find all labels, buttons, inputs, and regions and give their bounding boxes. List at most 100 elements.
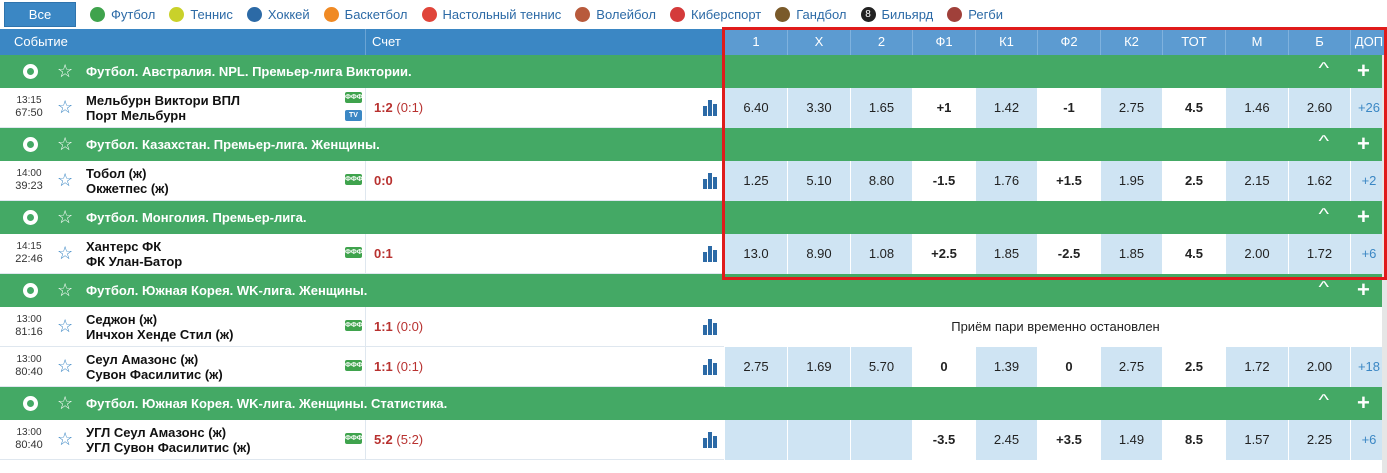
favorite-star-icon[interactable]: ☆	[57, 429, 73, 449]
expand-plus-icon[interactable]: +	[1357, 130, 1370, 158]
tv-broadcast-icon[interactable]: TV	[345, 110, 362, 121]
odds-cell-X[interactable]: 1.69	[787, 347, 850, 387]
statistics-bars-icon[interactable]	[703, 171, 719, 189]
match-teams[interactable]: Мельбурн Виктори ВПЛ Порт Мельбурн	[86, 93, 240, 123]
odds-cell-Ф2[interactable]: +1.5	[1037, 161, 1100, 201]
favorite-star-icon[interactable]: ☆	[57, 280, 73, 300]
match-teams[interactable]: Хантерс ФК ФК Улан-Батор	[86, 239, 182, 269]
odds-cell-К1[interactable]: 1.85	[975, 234, 1037, 274]
statistics-bars-icon[interactable]	[703, 357, 719, 375]
team-away[interactable]: Окжетпес (ж)	[86, 181, 169, 196]
expand-plus-icon[interactable]: +	[1357, 203, 1370, 231]
odds-cell-Ф1[interactable]: +1	[912, 88, 975, 128]
odds-cell-2[interactable]: 1.65	[850, 88, 912, 128]
sport-tab-1[interactable]: Теннис	[169, 7, 233, 22]
team-home[interactable]: УГЛ Сеул Амазонс (ж)	[86, 425, 251, 440]
live-video-badge-icon[interactable]: ФФФ	[345, 433, 363, 444]
odds-cell-ТОТ[interactable]: 4.5	[1162, 234, 1225, 274]
match-teams[interactable]: УГЛ Сеул Амазонс (ж) УГЛ Сувон Фасилитис …	[86, 425, 251, 455]
odds-cell-Ф1[interactable]: -3.5	[912, 420, 975, 460]
league-row[interactable]: ☆ Футбол. Австралия. NPL. Премьер-лига Ви…	[0, 55, 1387, 88]
league-name[interactable]: Футбол. Монголия. Премьер-лига.	[86, 201, 306, 234]
match-row[interactable]: 14:00 39:23 ☆ Тобол (ж) Окжетпес (ж) ФФФ 0:0 1.…	[0, 161, 1387, 201]
match-row[interactable]: 13:00 80:40 ☆ Сеул Амазонс (ж) Сувон Фасилит…	[0, 347, 1387, 387]
odds-cell-К2[interactable]: 1.85	[1100, 234, 1162, 274]
odds-cell-ТОТ[interactable]: 2.5	[1162, 161, 1225, 201]
collapse-chevron-icon[interactable]: ^	[1318, 279, 1329, 297]
odds-cell-К2[interactable]: 1.49	[1100, 420, 1162, 460]
header-col-2[interactable]: 2	[850, 29, 912, 55]
match-row[interactable]: 13:00 80:40 ☆ УГЛ Сеул Амазонс (ж) УГЛ Сувон…	[0, 420, 1387, 460]
expand-plus-icon[interactable]: +	[1357, 276, 1370, 304]
odds-cell-Б[interactable]: 2.60	[1288, 88, 1350, 128]
live-video-badge-icon[interactable]: ФФФ	[345, 92, 363, 103]
header-col-6[interactable]: К2	[1100, 29, 1162, 55]
team-away[interactable]: Инчхон Хенде Стил (ж)	[86, 327, 233, 342]
odds-cell-Ф2[interactable]: -2.5	[1037, 234, 1100, 274]
odds-cell-К1[interactable]: 1.39	[975, 347, 1037, 387]
match-row[interactable]: 14:15 22:46 ☆ Хантерс ФК ФК Улан-Батор ФФФ 0:1…	[0, 234, 1387, 274]
odds-cell-М[interactable]: 2.00	[1225, 234, 1288, 274]
header-col-0[interactable]: 1	[724, 29, 787, 55]
team-home[interactable]: Седжон (ж)	[86, 312, 233, 327]
odds-cell-Б[interactable]: 1.72	[1288, 234, 1350, 274]
header-col-1[interactable]: X	[787, 29, 850, 55]
league-name[interactable]: Футбол. Южная Корея. WK-лига. Женщины.	[86, 274, 367, 307]
odds-cell-К1[interactable]: 1.76	[975, 161, 1037, 201]
sport-tab-7[interactable]: Гандбол	[775, 7, 847, 22]
favorite-star-icon[interactable]: ☆	[57, 97, 73, 117]
collapse-chevron-icon[interactable]: ^	[1318, 392, 1329, 410]
match-teams[interactable]: Сеул Амазонс (ж) Сувон Фасилитис (ж)	[86, 352, 223, 382]
collapse-chevron-icon[interactable]: ^	[1318, 206, 1329, 224]
odds-cell-1[interactable]: 1.25	[724, 161, 787, 201]
odds-cell-Ф1[interactable]: -1.5	[912, 161, 975, 201]
favorite-star-icon[interactable]: ☆	[57, 356, 73, 376]
team-away[interactable]: Сувон Фасилитис (ж)	[86, 367, 223, 382]
statistics-bars-icon[interactable]	[703, 98, 719, 116]
header-col-10[interactable]: ДОП	[1350, 29, 1387, 55]
team-away[interactable]: Порт Мельбурн	[86, 108, 240, 123]
odds-cell-ТОТ[interactable]: 2.5	[1162, 347, 1225, 387]
live-video-badge-icon[interactable]: ФФФ	[345, 320, 363, 331]
odds-cell-М[interactable]: 1.57	[1225, 420, 1288, 460]
match-teams[interactable]: Тобол (ж) Окжетпес (ж)	[86, 166, 169, 196]
odds-cell-Б[interactable]: 1.62	[1288, 161, 1350, 201]
odds-cell-Ф1[interactable]: 0	[912, 347, 975, 387]
odds-cell-1[interactable]	[724, 420, 787, 460]
scrollbar-track[interactable]	[1382, 55, 1387, 473]
sport-tab-4[interactable]: Настольный теннис	[421, 7, 561, 22]
odds-cell-Ф2[interactable]: +3.5	[1037, 420, 1100, 460]
odds-cell-К2[interactable]: 2.75	[1100, 88, 1162, 128]
favorite-star-icon[interactable]: ☆	[57, 393, 73, 413]
odds-cell-К2[interactable]: 1.95	[1100, 161, 1162, 201]
team-home[interactable]: Мельбурн Виктори ВПЛ	[86, 93, 240, 108]
tab-all-sports[interactable]: Все	[4, 2, 76, 27]
odds-cell-К1[interactable]: 1.42	[975, 88, 1037, 128]
sport-tab-3[interactable]: Баскетбол	[323, 7, 408, 22]
league-name[interactable]: Футбол. Южная Корея. WK-лига. Женщины. С…	[86, 387, 447, 420]
sport-tab-5[interactable]: Волейбол	[575, 7, 656, 22]
odds-cell-М[interactable]: 1.46	[1225, 88, 1288, 128]
sport-tab-2[interactable]: Хоккей	[246, 7, 310, 22]
league-row[interactable]: ☆ Футбол. Южная Корея. WK-лига. Женщины. …	[0, 387, 1387, 420]
odds-cell-1[interactable]: 2.75	[724, 347, 787, 387]
live-video-badge-icon[interactable]: ФФФ	[345, 360, 363, 371]
match-row[interactable]: 13:15 67:50 ☆ Мельбурн Виктори ВПЛ Порт Мель…	[0, 88, 1387, 128]
odds-cell-1[interactable]: 13.0	[724, 234, 787, 274]
header-col-5[interactable]: Ф2	[1037, 29, 1100, 55]
statistics-bars-icon[interactable]	[703, 244, 719, 262]
odds-cell-М[interactable]: 1.72	[1225, 347, 1288, 387]
favorite-star-icon[interactable]: ☆	[57, 61, 73, 81]
collapse-chevron-icon[interactable]: ^	[1318, 60, 1329, 78]
odds-cell-Ф2[interactable]: 0	[1037, 347, 1100, 387]
match-teams[interactable]: Седжон (ж) Инчхон Хенде Стил (ж)	[86, 312, 233, 342]
league-name[interactable]: Футбол. Австралия. NPL. Премьер-лига Вик…	[86, 55, 412, 88]
collapse-chevron-icon[interactable]: ^	[1318, 133, 1329, 151]
odds-cell-X[interactable]: 5.10	[787, 161, 850, 201]
header-col-4[interactable]: К1	[975, 29, 1037, 55]
odds-cell-Ф1[interactable]: +2.5	[912, 234, 975, 274]
expand-plus-icon[interactable]: +	[1357, 57, 1370, 85]
odds-cell-К2[interactable]: 2.75	[1100, 347, 1162, 387]
favorite-star-icon[interactable]: ☆	[57, 316, 73, 336]
odds-cell-ТОТ[interactable]: 4.5	[1162, 88, 1225, 128]
